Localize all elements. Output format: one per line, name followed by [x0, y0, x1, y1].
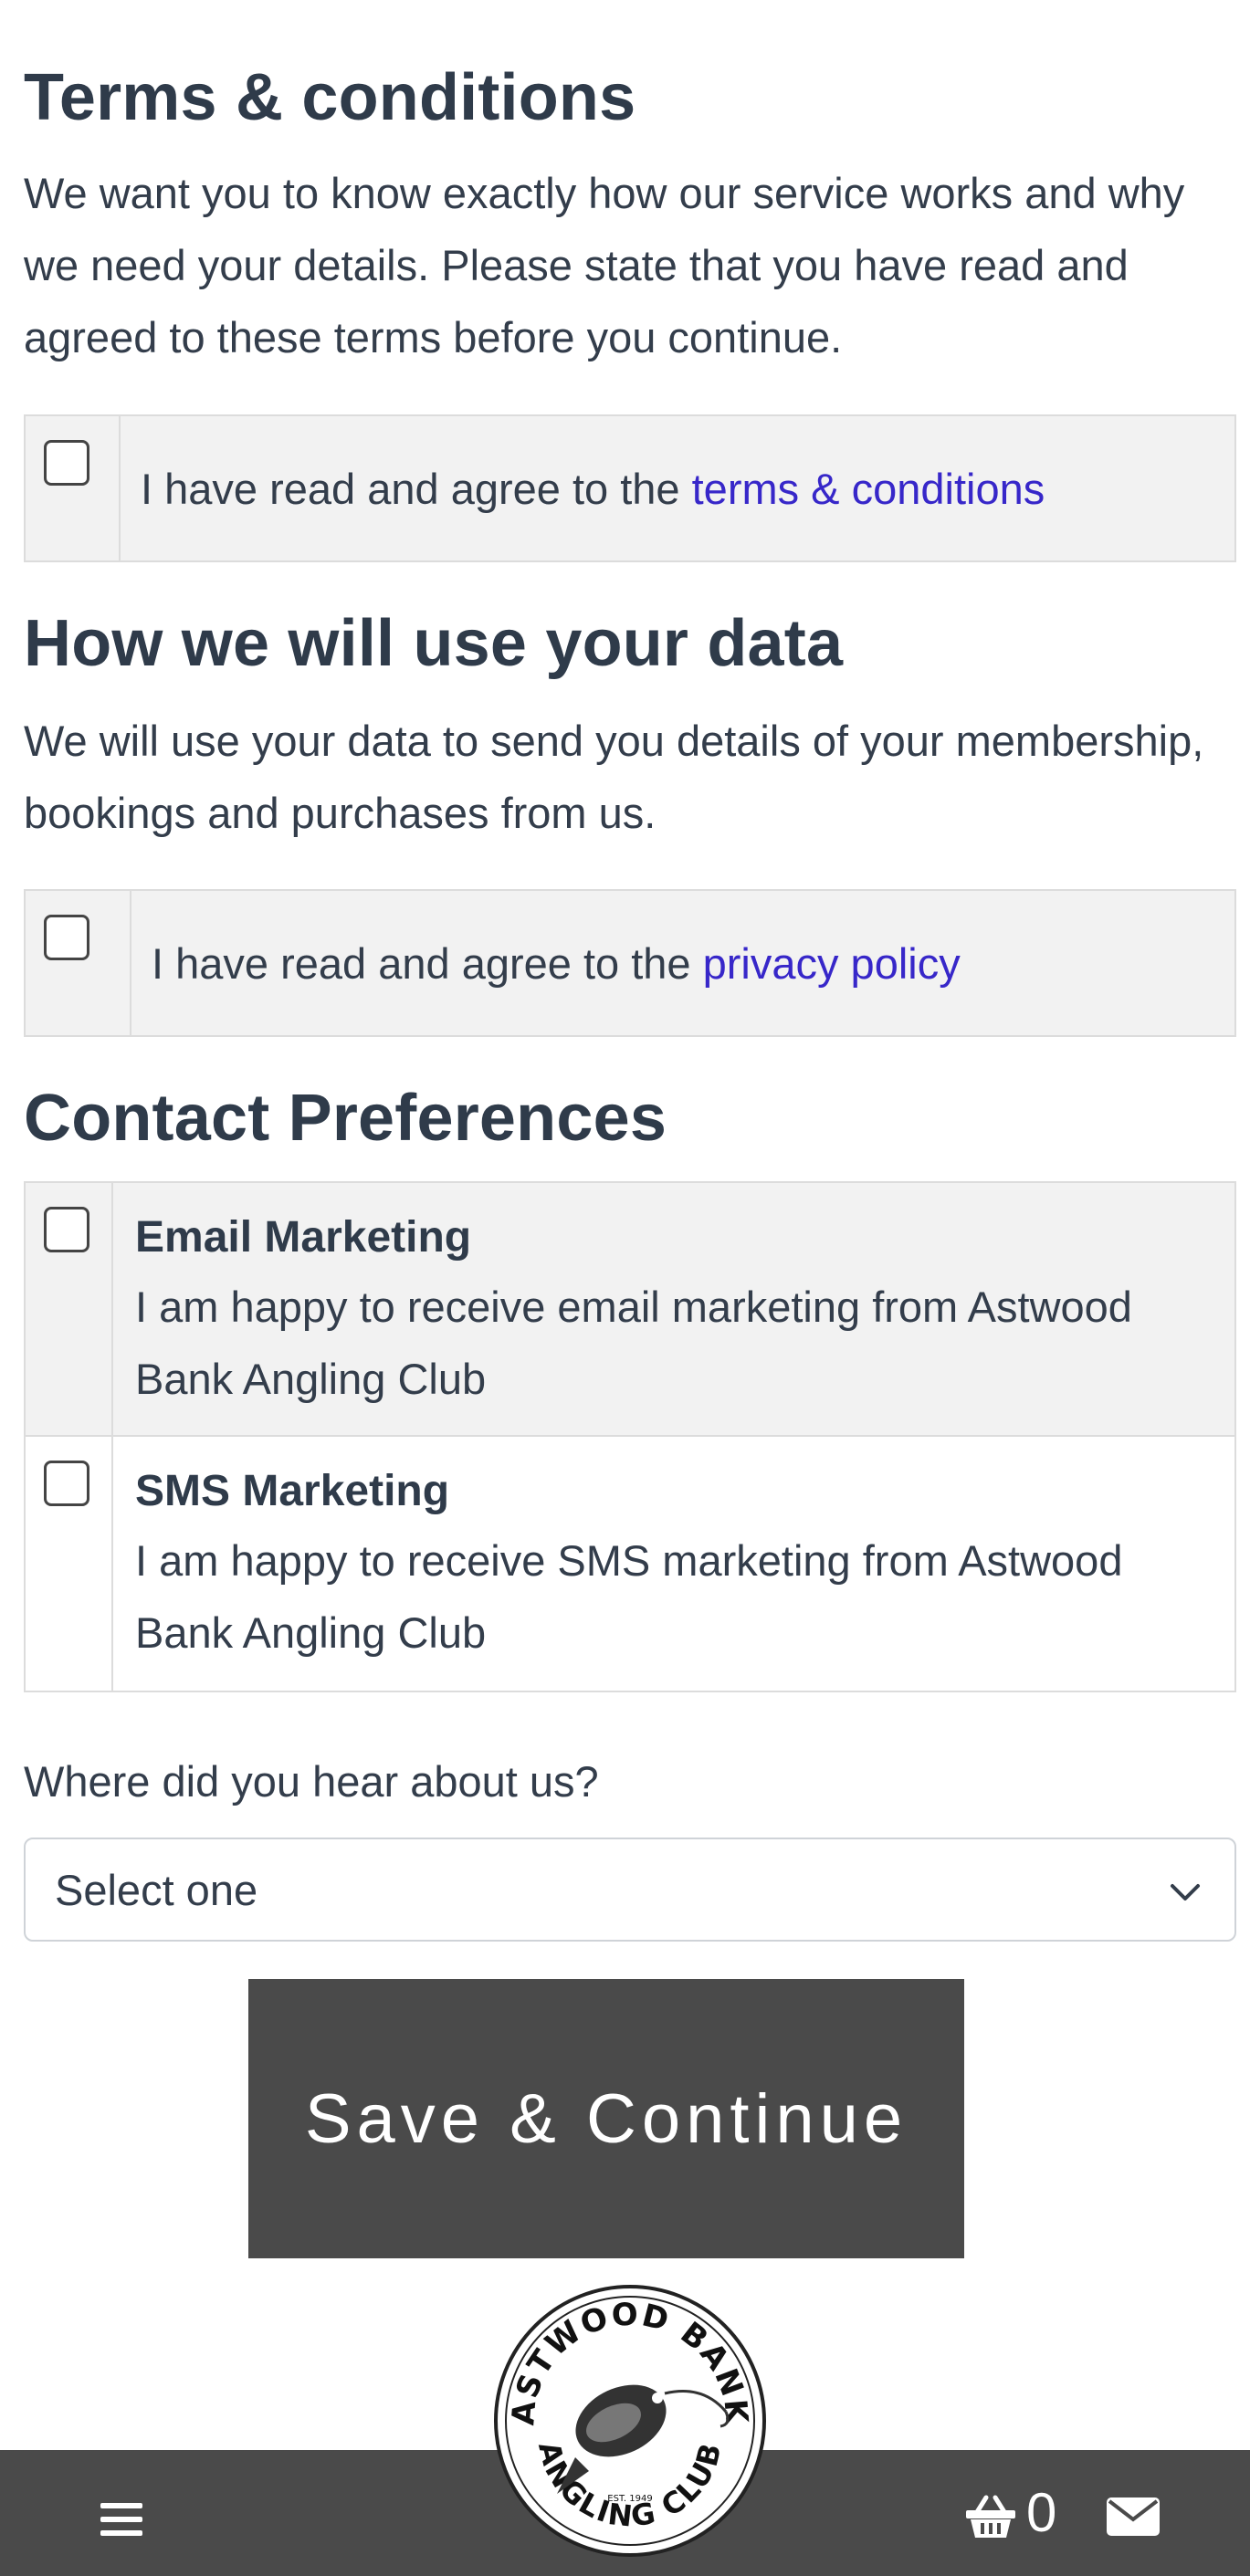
terms-heading: Terms & conditions: [24, 61, 636, 134]
email-marketing-checkbox[interactable]: [44, 1207, 89, 1252]
privacy-agree-box[interactable]: I have read and agree to the privacy pol…: [24, 889, 1236, 1037]
hear-about-label: Where did you hear about us?: [24, 1757, 599, 1806]
email-marketing-text: I am happy to receive email marketing fr…: [135, 1283, 1132, 1403]
envelope-icon[interactable]: [1107, 2497, 1160, 2536]
data-use-paragraph: We will use your data to send you detail…: [24, 717, 1204, 837]
contact-preferences-heading: Contact Preferences: [24, 1082, 667, 1155]
data-use-heading: How we will use your data: [24, 607, 844, 680]
sms-marketing-text: I am happy to receive SMS marketing from…: [135, 1536, 1123, 1657]
hamburger-icon[interactable]: [100, 2501, 142, 2538]
email-marketing-row[interactable]: Email Marketing I am happy to receive em…: [26, 1183, 1234, 1437]
checkbox-column: [119, 416, 121, 560]
checkbox-column: [111, 1183, 113, 1435]
contact-preferences-table: Email Marketing I am happy to receive em…: [24, 1181, 1236, 1692]
club-logo[interactable]: ASTWOOD BANK ANGLING CLUB EST. 1949: [493, 2284, 767, 2558]
terms-agree-box[interactable]: I have read and agree to the terms & con…: [24, 414, 1236, 562]
terms-agree-prefix: I have read and agree to the: [141, 465, 692, 513]
terms-link[interactable]: terms & conditions: [692, 465, 1045, 513]
terms-agree-label: I have read and agree to the terms & con…: [141, 462, 1045, 517]
logo-est-text: EST. 1949: [607, 2494, 652, 2504]
privacy-agree-label: I have read and agree to the privacy pol…: [152, 937, 961, 991]
privacy-link[interactable]: privacy policy: [703, 939, 961, 988]
cart-count[interactable]: 0: [1026, 2481, 1056, 2545]
save-continue-button[interactable]: Save & Continue: [248, 1979, 964, 2258]
email-marketing-title: Email Marketing: [135, 1213, 472, 1262]
hear-about-selected: Select one: [55, 1866, 258, 1914]
sms-marketing-checkbox[interactable]: [44, 1461, 89, 1506]
checkbox-column: [130, 891, 131, 1035]
sms-marketing-row[interactable]: SMS Marketing I am happy to receive SMS …: [26, 1437, 1234, 1691]
hear-about-select[interactable]: Select one: [24, 1838, 1236, 1942]
terms-paragraph: We want you to know exactly how our serv…: [24, 169, 1185, 361]
terms-checkbox[interactable]: [44, 440, 89, 486]
privacy-agree-prefix: I have read and agree to the: [152, 939, 703, 988]
basket-icon[interactable]: [964, 2492, 1017, 2539]
chevron-down-icon: [1171, 1884, 1200, 1901]
privacy-checkbox[interactable]: [44, 915, 89, 960]
checkbox-column: [111, 1437, 113, 1691]
sms-marketing-title: SMS Marketing: [135, 1467, 450, 1515]
